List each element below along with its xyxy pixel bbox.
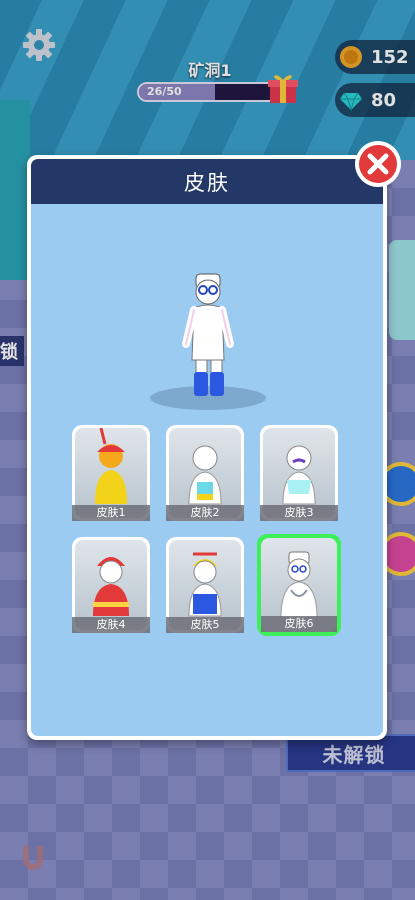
dialog-header: 皮肤 [31,159,383,204]
skin-card-3[interactable]: 皮肤3 [260,425,338,521]
skin-card-1[interactable]: 皮肤1 [72,425,150,521]
dialog-title: 皮肤 [184,170,230,195]
skin-label: 皮肤3 [260,505,338,521]
character-preview [182,273,234,396]
skin-label: 皮肤5 [166,617,244,633]
skin-label: 皮肤6 [261,616,337,632]
skin-card-5[interactable]: 皮肤5 [166,537,244,633]
close-button[interactable] [355,141,401,187]
skin-label: 皮肤4 [72,617,150,633]
skin-card-2[interactable]: 皮肤2 [166,425,244,521]
skin-label: 皮肤2 [166,505,244,521]
skin-label: 皮肤1 [72,505,150,521]
close-icon [359,145,397,183]
skin-card-4[interactable]: 皮肤4 [72,537,150,633]
skin-card-6-selected[interactable]: 皮肤6 [257,534,341,636]
